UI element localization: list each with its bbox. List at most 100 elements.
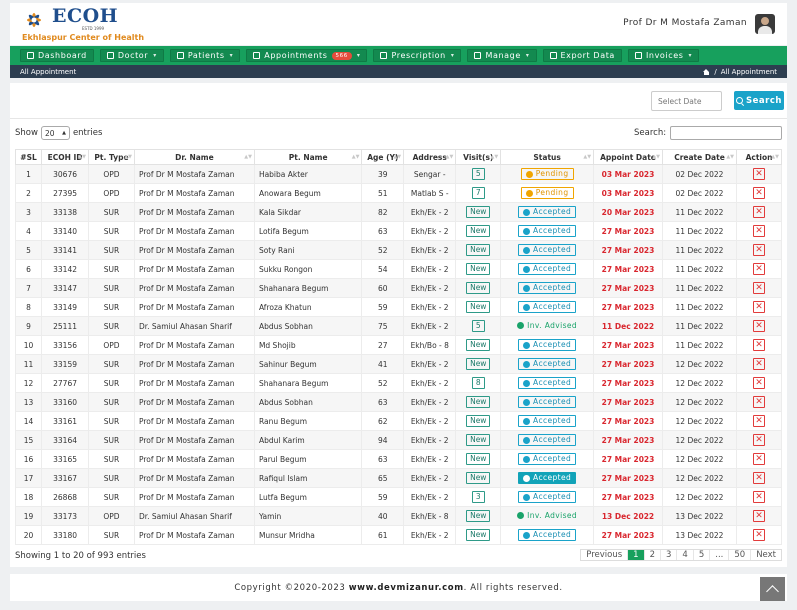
scroll-top-button[interactable] [760,577,785,601]
status-badge[interactable]: Accepted [518,282,577,294]
close-icon[interactable]: ✕ [753,263,766,275]
visits-badge[interactable]: New [466,415,491,427]
column-header-sl[interactable]: #SL [14,149,43,165]
nav-item-dashboard[interactable]: Dashboard [20,49,94,62]
visits-badge[interactable]: New [466,358,491,370]
table-row[interactable]: 12 27767 SUR Prof Dr M Mostafa Zaman Shahana… [14,373,782,393]
close-icon[interactable]: ✕ [753,244,766,256]
nav-item-invoices[interactable]: Invoices ▾ [627,49,700,62]
visits-badge[interactable]: New [466,453,491,465]
table-row[interactable]: 14 33161 SUR Prof Dr M Mostafa Zaman Ranu Be… [14,411,782,431]
visits-badge[interactable]: New [466,529,491,541]
column-header-pt-type[interactable]: Pt. Type ▲▼ [88,149,135,165]
status-badge[interactable]: Accepted [518,301,577,313]
status-badge[interactable]: Accepted [518,225,577,237]
nav-item-prescription[interactable]: Prescription ▾ [373,49,462,62]
close-icon[interactable]: ✕ [753,415,766,427]
column-header-create-date[interactable]: Create Date ▲▼ [661,149,738,165]
status-badge[interactable]: Accepted [518,358,577,370]
visits-badge[interactable]: New [466,282,491,294]
nav-item-patients[interactable]: Patients ▾ [169,49,241,62]
close-icon[interactable]: ✕ [753,339,766,351]
page-link-previous[interactable]: Previous [581,550,629,560]
nav-item-doctor[interactable]: Doctor ▾ [99,49,164,62]
table-row[interactable]: 8 33149 SUR Prof Dr M Mostafa Zaman Afroza K… [14,297,782,317]
page-link-1[interactable]: 1 [628,550,645,560]
visits-badge[interactable]: New [466,339,491,351]
nav-item-appointments[interactable]: Appointments 566 ▾ [246,49,368,62]
status-badge[interactable]: Accepted [518,491,577,503]
column-header-dr-name[interactable]: Dr. Name ▲▼ [133,149,255,165]
table-row[interactable]: 7 33147 SUR Prof Dr M Mostafa Zaman Shahanar… [14,278,782,298]
table-row[interactable]: 5 33141 SUR Prof Dr M Mostafa Zaman Soty Ran… [14,240,782,260]
footer-site-link[interactable]: www.devmizanur.com [349,583,464,593]
table-row[interactable]: 4 33140 SUR Prof Dr M Mostafa Zaman Lotifa B… [14,221,782,241]
date-input[interactable]: Select Date [651,91,722,111]
column-header-age-y[interactable]: Age (Y) ▲▼ [361,149,405,165]
visits-badge[interactable]: New [466,510,491,522]
status-badge[interactable]: Accepted [518,415,577,427]
table-row[interactable]: 20 33180 SUR Prof Dr M Mostafa Zaman Munsur … [14,525,782,545]
user-name[interactable]: Prof Dr M Mostafa Zaman [623,18,747,28]
column-header-action[interactable]: Action ▲▼ [736,149,782,165]
column-header-pt-name[interactable]: Pt. Name ▲▼ [253,149,363,165]
table-row[interactable]: 15 33164 SUR Prof Dr M Mostafa Zaman Abdul K… [14,430,782,450]
status-badge[interactable]: Pending [520,168,574,180]
page-link-50[interactable]: 50 [729,550,752,560]
table-row[interactable]: 13 33160 SUR Prof Dr M Mostafa Zaman Abdus S… [14,392,782,412]
search-button[interactable]: Search [734,91,784,110]
nav-item-manage[interactable]: Manage ▾ [467,49,537,62]
visits-badge[interactable]: New [466,301,491,313]
status-badge[interactable]: Accepted [518,396,577,408]
close-icon[interactable]: ✕ [753,282,766,294]
status-badge[interactable]: Accepted [518,244,577,256]
close-icon[interactable]: ✕ [753,206,766,218]
close-icon[interactable]: ✕ [753,396,766,408]
table-row[interactable]: 19 33173 OPD Dr. Samiul Ahasan Sharif Yamin 4… [14,506,782,526]
close-icon[interactable]: ✕ [753,453,766,465]
column-header-status[interactable]: Status ▲▼ [500,149,595,165]
page-link-5[interactable]: 5 [694,550,711,560]
status-badge[interactable]: Accepted [518,377,577,389]
visits-badge[interactable]: New [466,434,491,446]
close-icon[interactable]: ✕ [753,472,766,484]
visits-badge[interactable]: New [466,244,491,256]
table-row[interactable]: 1 30676 OPD Prof Dr M Mostafa Zaman Habiba A… [14,164,782,184]
filter-input[interactable] [670,126,783,140]
status-badge[interactable]: Accepted [518,339,577,351]
status-badge[interactable]: Accepted [518,529,577,541]
status-badge[interactable]: Inv. Advised [513,511,581,521]
visits-badge[interactable]: 3 [471,491,485,503]
nav-item-export-data[interactable]: Export Data [542,49,622,62]
close-icon[interactable]: ✕ [753,529,766,541]
home-icon[interactable] [703,68,710,75]
close-icon[interactable]: ✕ [753,377,766,389]
table-row[interactable]: 10 33156 OPD Prof Dr M Mostafa Zaman Md Shoj… [14,335,782,355]
table-row[interactable]: 11 33159 SUR Prof Dr M Mostafa Zaman Sahinur… [14,354,782,374]
close-icon[interactable]: ✕ [753,491,766,503]
close-icon[interactable]: ✕ [753,187,766,199]
close-icon[interactable]: ✕ [753,320,766,332]
page-link-4[interactable]: 4 [677,550,694,560]
table-row[interactable]: 2 27395 OPD Prof Dr M Mostafa Zaman Anowara … [14,183,782,203]
table-row[interactable]: 17 33167 SUR Prof Dr M Mostafa Zaman Rafiqul… [14,468,782,488]
visits-badge[interactable]: New [466,225,491,237]
visits-badge[interactable]: 7 [471,187,485,199]
status-badge[interactable]: Inv. Advised [513,321,581,331]
visits-badge[interactable]: New [466,396,491,408]
table-row[interactable]: 3 33138 SUR Prof Dr M Mostafa Zaman Kala Sik… [14,202,782,222]
column-header-visit-s[interactable]: Visit(s) ▲▼ [455,149,502,165]
table-row[interactable]: 6 33142 SUR Prof Dr M Mostafa Zaman Sukku Ro… [14,259,782,279]
avatar[interactable] [755,14,775,34]
entries-select[interactable]: 20 ▲︎ [40,126,70,140]
visits-badge[interactable]: New [466,206,491,218]
close-icon[interactable]: ✕ [753,301,766,313]
close-icon[interactable]: ✕ [753,510,766,522]
close-icon[interactable]: ✕ [753,225,766,237]
table-row[interactable]: 9 25111 SUR Dr. Samiul Ahasan Sharif Abdus S… [14,316,782,336]
table-row[interactable]: 16 33165 SUR Prof Dr M Mostafa Zaman Parul B… [14,449,782,469]
page-link-2[interactable]: 2 [645,550,661,560]
table-row[interactable]: 18 26868 SUR Prof Dr M Mostafa Zaman Lutfa B… [14,487,782,507]
visits-badge[interactable]: 5 [471,168,485,180]
status-badge[interactable]: Accepted [518,472,577,484]
